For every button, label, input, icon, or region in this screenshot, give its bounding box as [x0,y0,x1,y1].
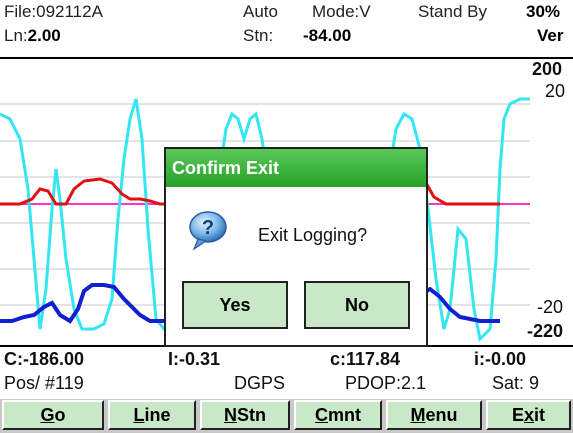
percent-label: 30% [526,2,561,21]
line-label: Ln:2.00 [4,26,61,45]
i-upper-value: I:-0.31 [168,349,221,369]
status-header: File:092112A Auto Mode:V Stand By 30% Ln… [0,0,573,57]
y-label-20: 20 [545,81,566,101]
i-lower-value: i:-0.00 [474,349,527,369]
comment-button[interactable]: Cmnt [294,400,382,430]
position-label: Pos/ #119 [4,373,84,393]
dgps-label: DGPS [234,373,286,393]
exit-button[interactable]: Exit [486,400,571,430]
y-label-minus-20: -20 [537,297,564,317]
version-label: Ver [537,26,564,45]
pdop-label: PDOP:2.1 [345,373,427,393]
y-label-minus-220: -220 [527,321,564,341]
station-label: Stn: [243,26,274,45]
go-button[interactable]: Go [2,400,104,430]
mode-label: Mode:V [312,2,371,21]
sat-label: Sat: 9 [492,373,540,393]
menu-button[interactable]: Menu [386,400,482,430]
confirm-exit-dialog: Confirm Exit ? Exit Logging? Yes No [164,147,428,347]
line-button[interactable]: Line [108,400,196,430]
c-upper-value: C:-186.00 [4,349,85,369]
auto-label: Auto [243,2,278,21]
stats-panel: C:-186.00 I:-0.31 c:117.84 i:-0.00 Pos/ … [0,345,573,399]
dialog-message: Exit Logging? [258,225,368,245]
next-station-button[interactable]: NStn [200,400,290,430]
svg-text:?: ? [202,217,214,239]
status-label: Stand By [418,2,487,21]
c-lower-value: c:117.84 [330,349,401,369]
button-bar: Go Line NStn Cmnt Menu Exit [0,399,573,433]
station-value: -84.00 [303,26,352,45]
question-icon: ? [184,207,232,255]
no-button[interactable]: No [304,281,410,329]
yes-button[interactable]: Yes [182,281,288,329]
y-label-200: 200 [532,59,563,79]
dialog-title: Confirm Exit [166,149,426,187]
file-label: File:092112A [4,2,103,21]
